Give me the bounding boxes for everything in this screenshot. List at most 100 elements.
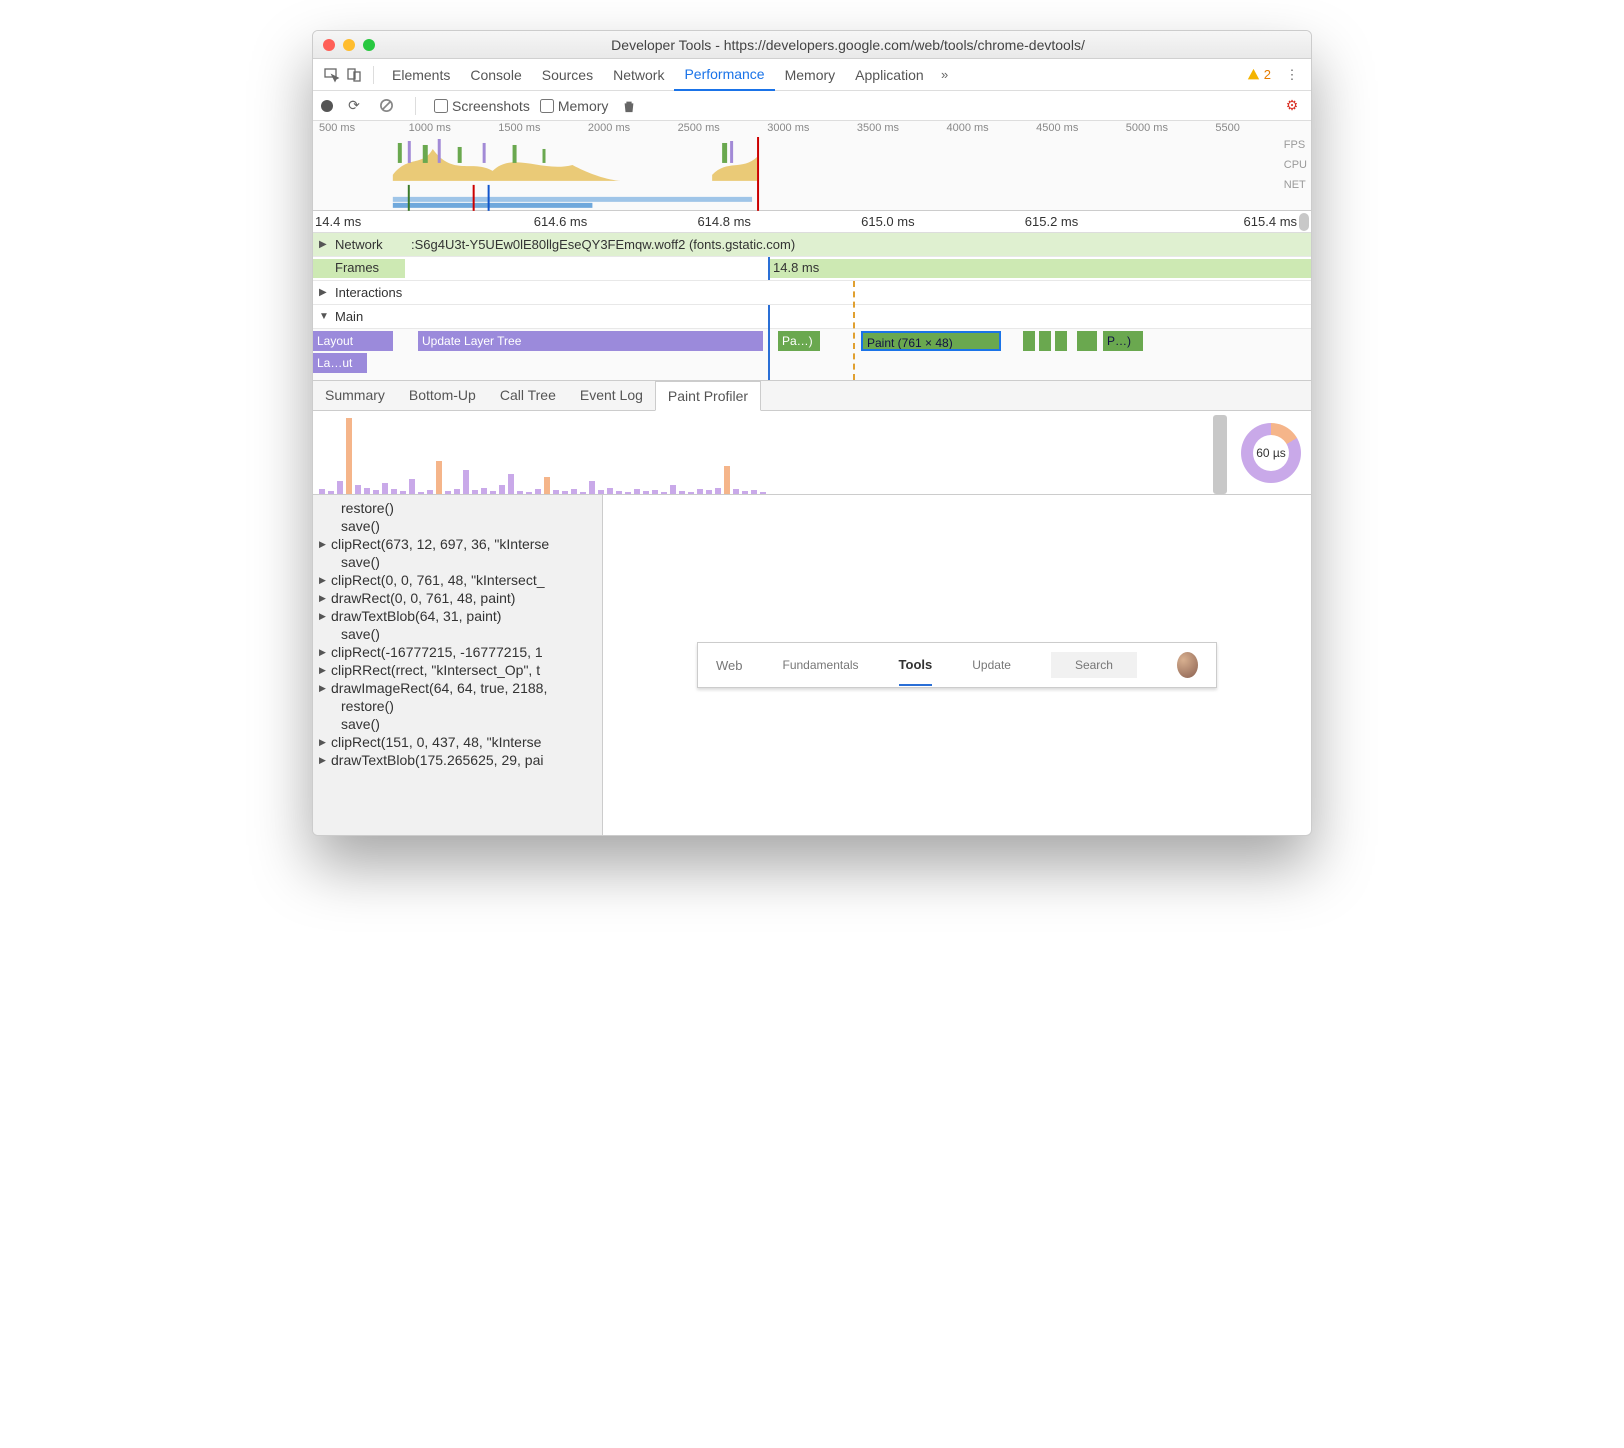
network-resource[interactable]: :S6g4U3t-Y5UEw0lE80llgEseQY3FEmqw.woff2 … [411, 237, 1311, 252]
trash-icon[interactable] [618, 95, 640, 117]
detail-tab-paint-profiler[interactable]: Paint Profiler [655, 381, 761, 411]
timeline-overview[interactable]: 500 ms1000 ms1500 ms2000 ms2500 ms3000 m… [313, 121, 1311, 211]
kebab-menu-icon[interactable]: ⋮ [1281, 64, 1303, 86]
draw-call-row[interactable]: save() [313, 553, 602, 571]
profiler-bar[interactable] [418, 492, 424, 494]
profiler-bar[interactable] [562, 491, 568, 494]
flame-paint-selected[interactable]: Paint (761 × 48) [861, 331, 1001, 351]
detail-tab-event-log[interactable]: Event Log [568, 381, 655, 410]
tab-application[interactable]: Application [845, 59, 934, 91]
record-button[interactable] [321, 100, 333, 112]
nav-search[interactable]: Search [1051, 652, 1137, 678]
draw-call-row[interactable]: save() [313, 517, 602, 535]
profiler-bar[interactable] [409, 479, 415, 494]
profiler-bar[interactable] [445, 491, 451, 494]
tab-sources[interactable]: Sources [532, 59, 603, 91]
profiler-bar[interactable] [733, 489, 739, 494]
flame-layout-2[interactable]: La…ut [313, 353, 367, 373]
profiler-bar[interactable] [400, 491, 406, 494]
profiler-bar[interactable] [697, 489, 703, 494]
tab-elements[interactable]: Elements [382, 59, 460, 91]
interactions-section[interactable]: ▶ Interactions [313, 281, 1311, 305]
draw-call-row[interactable]: restore() [313, 697, 602, 715]
profiler-bar[interactable] [571, 489, 577, 494]
profiler-bar[interactable] [634, 489, 640, 494]
profiler-bar[interactable] [337, 481, 343, 494]
profiler-bar[interactable] [688, 492, 694, 494]
draw-call-list[interactable]: restore()save()▶clipRect(673, 12, 697, 3… [313, 495, 603, 835]
draw-call-row[interactable]: ▶clipRRect(rrect, "kIntersect_Op", t [313, 661, 602, 679]
profiler-bar[interactable] [715, 488, 721, 495]
tab-console[interactable]: Console [460, 59, 531, 91]
time-ruler[interactable]: 14.4 ms614.6 ms614.8 ms615.0 ms615.2 ms6… [313, 211, 1311, 233]
profiler-bar[interactable] [427, 490, 433, 494]
profiler-bar[interactable] [760, 492, 766, 494]
tab-network[interactable]: Network [603, 59, 674, 91]
draw-call-row[interactable]: ▶clipRect(673, 12, 697, 36, "kInterse [313, 535, 602, 553]
flame-layout[interactable]: Layout [313, 331, 393, 351]
profiler-bar[interactable] [319, 489, 325, 494]
profiler-bar[interactable] [589, 481, 595, 494]
nav-updates[interactable]: Update [972, 658, 1011, 672]
clear-icon[interactable] [375, 95, 397, 117]
profiler-bar[interactable] [328, 491, 334, 494]
profiler-bar[interactable] [643, 491, 649, 494]
draw-call-row[interactable]: ▶drawRect(0, 0, 761, 48, paint) [313, 589, 602, 607]
settings-gear-icon[interactable]: ⚙ [1281, 95, 1303, 117]
detail-tab-call-tree[interactable]: Call Tree [488, 381, 568, 410]
profiler-bar[interactable] [499, 485, 505, 494]
profiler-bar[interactable] [679, 491, 685, 494]
more-tabs-icon[interactable]: » [934, 64, 956, 86]
profiler-bar[interactable] [616, 491, 622, 494]
profiler-bar[interactable] [535, 489, 541, 494]
zoom-icon[interactable] [363, 39, 375, 51]
paint-profiler-chart[interactable]: 60 µs [313, 411, 1311, 495]
draw-call-row[interactable]: save() [313, 625, 602, 643]
profiler-bar[interactable] [724, 466, 730, 494]
profiler-bar[interactable] [580, 492, 586, 494]
frames-section[interactable]: Frames 14.8 ms [313, 257, 1311, 281]
nav-tools[interactable]: Tools [899, 657, 933, 686]
profiler-bar[interactable] [670, 485, 676, 494]
detail-tab-summary[interactable]: Summary [313, 381, 397, 410]
detail-tab-bottom-up[interactable]: Bottom-Up [397, 381, 488, 410]
main-section[interactable]: ▼ Main [313, 305, 1311, 329]
profiler-bar[interactable] [391, 489, 397, 494]
inspect-icon[interactable] [321, 64, 343, 86]
flame-chart[interactable]: Layout Update Layer Tree La…ut Pa…) Pain… [313, 329, 1311, 381]
draw-call-row[interactable]: ▶clipRect(-16777215, -16777215, 1 [313, 643, 602, 661]
screenshots-checkbox[interactable]: Screenshots [434, 98, 530, 114]
profiler-bar[interactable] [454, 489, 460, 494]
warning-count[interactable]: 2 [1247, 67, 1271, 82]
reload-icon[interactable]: ⟳ [343, 95, 365, 117]
profiler-bar[interactable] [472, 490, 478, 494]
profiler-bar[interactable] [364, 488, 370, 495]
profiler-bar[interactable] [598, 490, 604, 494]
draw-call-row[interactable]: ▶drawTextBlob(64, 31, paint) [313, 607, 602, 625]
profiler-bar[interactable] [436, 461, 442, 494]
profiler-bar[interactable] [751, 490, 757, 494]
close-icon[interactable] [323, 39, 335, 51]
flame-pa[interactable]: Pa…) [778, 331, 820, 351]
profiler-bar[interactable] [373, 490, 379, 494]
profiler-bar[interactable] [346, 418, 352, 494]
profiler-bar[interactable] [652, 490, 658, 494]
avatar[interactable] [1177, 652, 1198, 678]
draw-call-row[interactable]: ▶drawImageRect(64, 64, true, 2188, [313, 679, 602, 697]
profiler-bar[interactable] [706, 490, 712, 494]
titlebar[interactable]: Developer Tools - https://developers.goo… [313, 31, 1311, 59]
profiler-bar[interactable] [508, 474, 514, 494]
profiler-bar[interactable] [553, 490, 559, 494]
nav-web[interactable]: Web [716, 658, 743, 673]
tab-performance[interactable]: Performance [674, 59, 774, 91]
profiler-bar[interactable] [463, 470, 469, 494]
profiler-bar[interactable] [544, 477, 550, 494]
profiler-bar[interactable] [382, 483, 388, 494]
profiler-bar[interactable] [607, 488, 613, 495]
memory-checkbox[interactable]: Memory [540, 98, 609, 114]
device-toggle-icon[interactable] [343, 64, 365, 86]
profiler-bar[interactable] [355, 485, 361, 494]
profiler-bar[interactable] [526, 492, 532, 494]
draw-call-row[interactable]: ▶clipRect(151, 0, 437, 48, "kInterse [313, 733, 602, 751]
profiler-bar[interactable] [481, 488, 487, 495]
